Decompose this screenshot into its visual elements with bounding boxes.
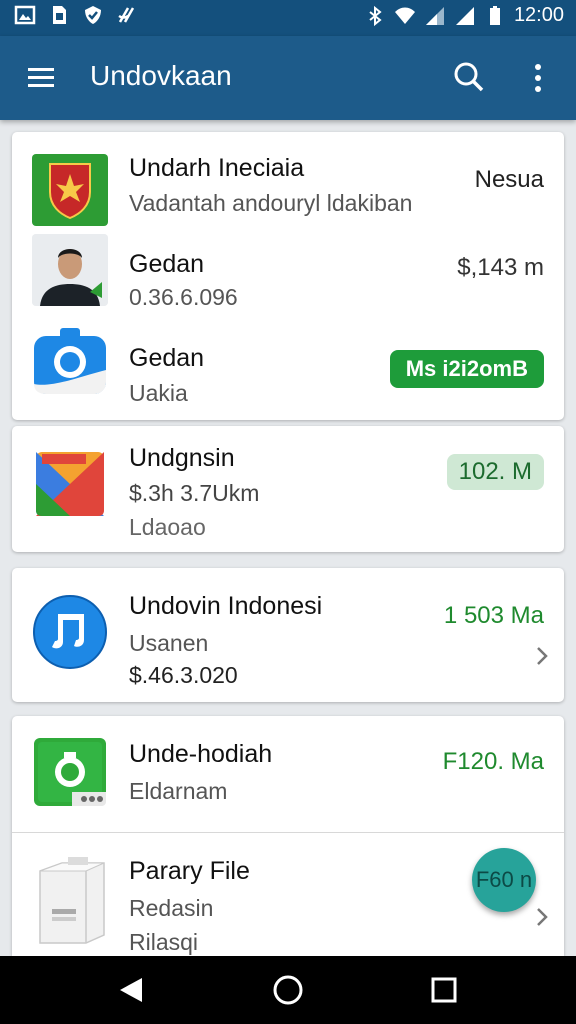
camera-app-thumbnail	[32, 326, 108, 398]
item-title: Unde-hodiah	[129, 740, 273, 768]
list-item[interactable]: Unde-hodiah Eldarnam F120. Ma	[12, 716, 564, 832]
item-subtitle: Redasin	[129, 895, 214, 921]
item-title: Undarh Ineciaia	[129, 154, 305, 182]
app-title: Undovkaan	[90, 60, 232, 91]
floating-action-button[interactable]: F60 n	[472, 848, 536, 912]
list-item[interactable]: Gedan Uakia Ms i2i2omB	[12, 324, 564, 420]
item-subtitle: Usanen	[129, 630, 209, 656]
recent-apps-icon[interactable]	[424, 970, 464, 1010]
wifi-icon	[394, 7, 415, 24]
back-icon[interactable]	[112, 970, 152, 1010]
price-badge[interactable]: Ms i2i2omB	[389, 350, 544, 388]
check-shield-notification-icon	[85, 6, 101, 24]
size-badge: 102. M	[446, 454, 544, 490]
app-bar: Undovkaan	[0, 36, 576, 120]
item-title: Parary File	[129, 857, 250, 885]
cellular-signal-icon	[425, 6, 444, 25]
list-card[interactable]: Undovin Indonesi Usanen $.46.3.020 1 503…	[12, 568, 564, 702]
item-subtitle: Uakia	[129, 380, 188, 406]
tools-notification-icon	[118, 7, 135, 23]
camera-icon	[34, 328, 106, 394]
list-card[interactable]: Undgnsin $.3h 3.7Ukm Ldaoao 102. M	[12, 426, 564, 552]
item-size: 1 503 Ma	[443, 602, 544, 629]
search-icon[interactable]	[450, 58, 488, 96]
home-icon[interactable]	[268, 970, 308, 1010]
emblem-thumbnail	[32, 154, 108, 226]
item-title: Undgnsin	[129, 444, 235, 472]
item-meta: Rilasqi	[129, 929, 199, 955]
bluetooth-icon	[369, 5, 382, 26]
app-folder-icon	[36, 452, 104, 516]
green-camera-icon	[34, 738, 106, 806]
item-subtitle: Vadantah andouryl ldakiban	[129, 190, 413, 216]
item-meta: Ldaoao	[129, 514, 206, 540]
chevron-right-icon[interactable]	[534, 905, 550, 929]
sim-notification-icon	[53, 6, 66, 24]
chevron-right-icon[interactable]	[534, 644, 550, 668]
item-price: $.46.3.020	[129, 662, 238, 688]
music-app-thumbnail	[32, 592, 108, 672]
status-bar: 12:00	[0, 0, 576, 36]
system-navigation-bar	[0, 956, 576, 1024]
item-title: Undovin Indonesi	[129, 592, 323, 620]
menu-icon[interactable]	[24, 62, 60, 94]
battery-icon	[489, 5, 500, 25]
card-group-4: Unde-hodiah Eldarnam F120. Ma Parary Fil…	[12, 716, 564, 956]
shield-emblem-icon	[49, 163, 91, 220]
person-photo-thumbnail	[32, 234, 108, 306]
item-title: Gedan	[129, 250, 205, 278]
item-subtitle: Eldarnam	[129, 778, 228, 804]
item-subtitle: 0.36.6.096	[129, 284, 238, 310]
list-item[interactable]: Undarh Ineciaia Vadantah andouryl ldakib…	[12, 132, 564, 228]
item-title: Gedan	[129, 344, 205, 372]
colorful-app-thumbnail	[32, 448, 108, 520]
item-size: F120. Ma	[442, 748, 544, 775]
status-time: 12:00	[513, 4, 564, 26]
printer-icon	[39, 857, 105, 944]
item-subtitle: $.3h 3.7Ukm	[129, 480, 260, 506]
cellular-signal-2-icon	[455, 6, 474, 25]
image-notification-icon	[14, 5, 36, 25]
more-options-icon[interactable]	[520, 58, 556, 98]
person-avatar-icon	[32, 234, 108, 306]
list-item[interactable]: Gedan 0.36.6.096 $,143 m	[12, 228, 564, 324]
item-status: Nesua	[474, 166, 544, 193]
item-price: $,143 m	[457, 254, 544, 281]
music-note-icon	[33, 595, 107, 669]
card-group-1: Undarh Ineciaia Vadantah andouryl ldakib…	[12, 132, 564, 420]
android-camera-thumbnail	[32, 736, 108, 808]
printer-device-thumbnail	[32, 855, 112, 947]
